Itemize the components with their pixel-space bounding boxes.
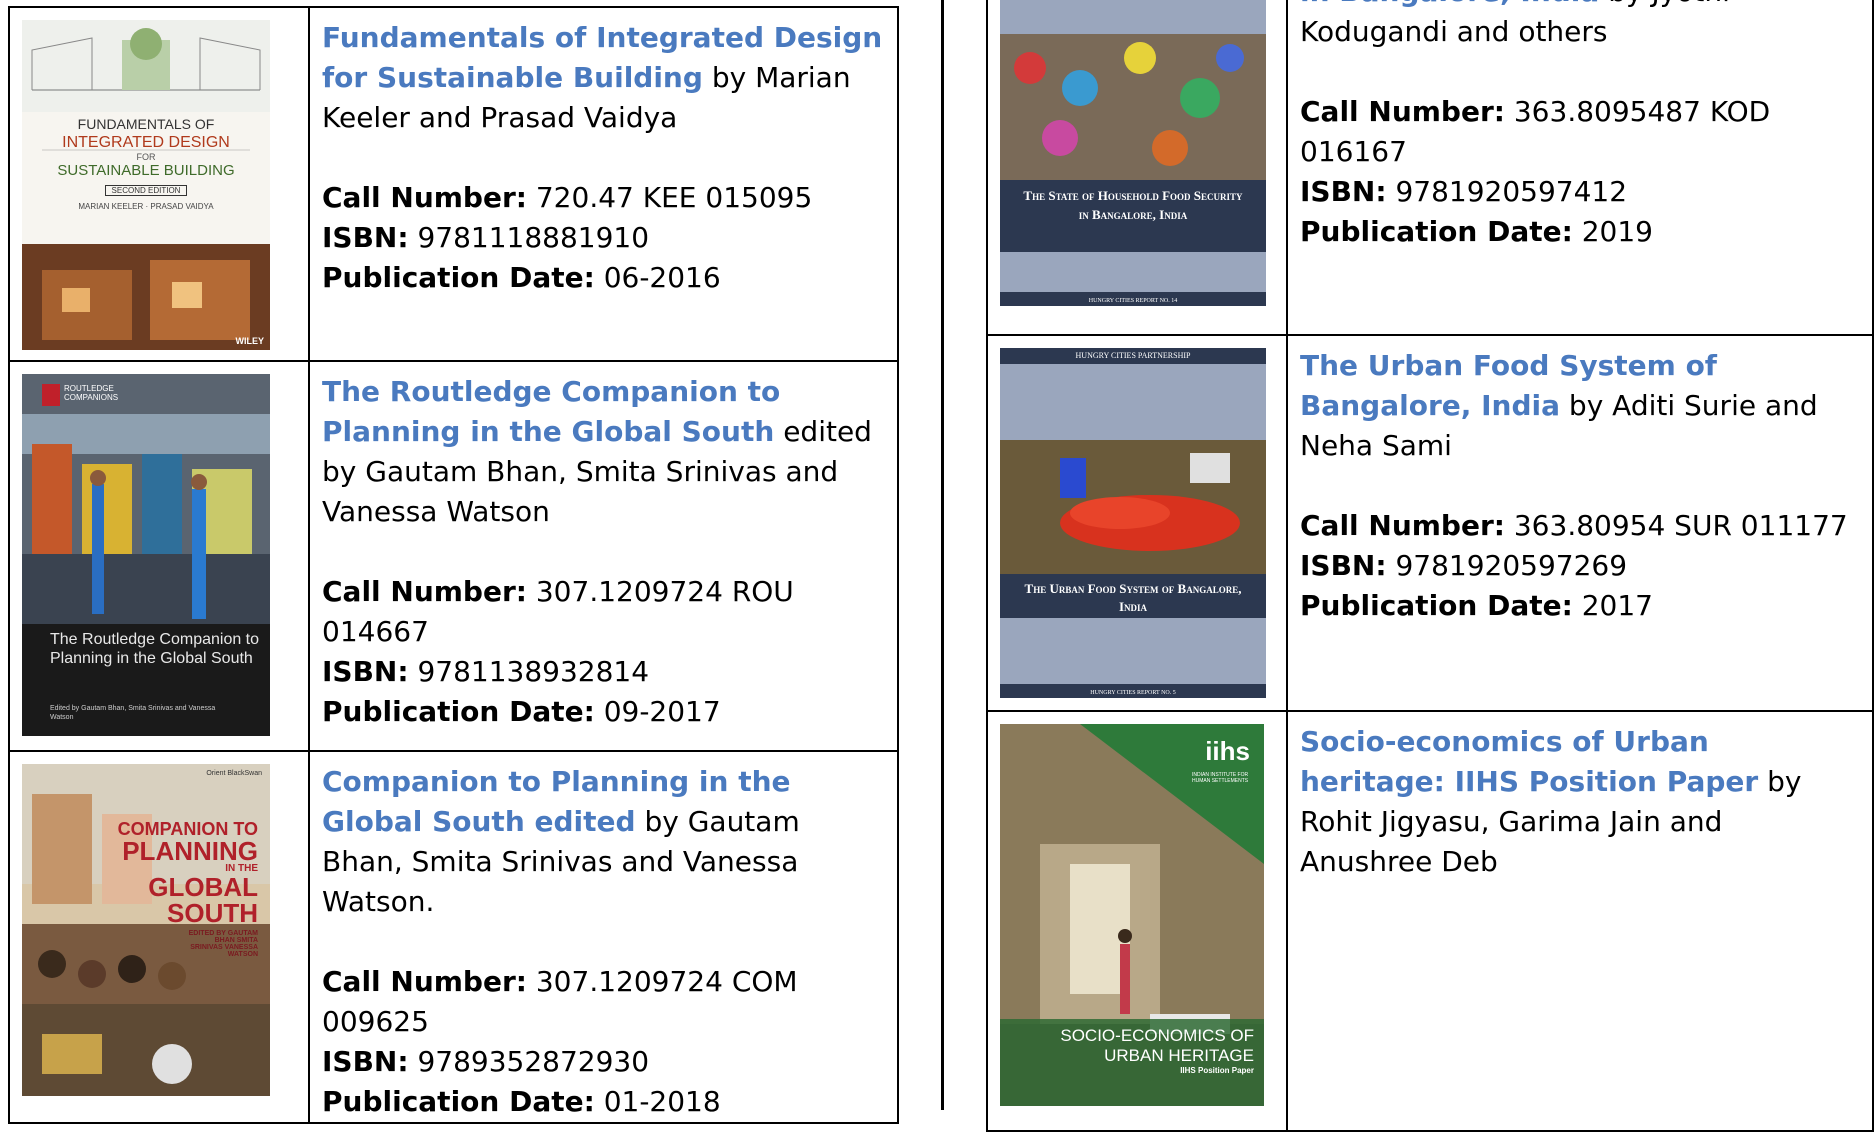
isbn-line: ISBN: 9789352872930 [322,1042,885,1082]
pub-date-label: Publication Date: [1300,589,1573,622]
cover-cell: HUNGRY CITIES PARTNERSHIP The Urban Food… [986,334,1288,712]
cover-cell: iihs INDIAN INSTITUTE FOR HUMAN SETTLEME… [986,710,1288,1132]
pub-date-value: 2019 [1572,215,1653,248]
book-cover-urban-food-system[interactable]: HUNGRY CITIES PARTNERSHIP The Urban Food… [1000,348,1266,698]
pub-date-line: Publication Date: 01-2018 [322,1082,885,1122]
pub-date-label: Publication Date: [322,261,595,294]
isbn-label: ISBN: [322,655,409,688]
cover-cell: The State of Household Food Security in … [986,0,1288,336]
pub-date-value: 09-2017 [594,695,721,728]
call-number-line: Call Number: 720.47 KEE 015095 [322,178,885,218]
cover-authors: MARIAN KEELER · PRASAD VAIDYA [78,202,214,211]
call-number-line: Call Number: 307.1209724 COM 009625 [322,962,885,1042]
left-book-table-wrapper: FUNDAMENTALS OF INTEGRATED DESIGN FOR SU… [8,0,899,1124]
book-cover-routledge[interactable]: ROUTLEDGE COMPANIONS The Routledge Compa… [22,374,270,736]
isbn-value: 9781920597269 [1386,549,1628,582]
book-cover-fundamentals[interactable]: FUNDAMENTALS OF INTEGRATED DESIGN FOR SU… [22,20,270,350]
pub-date-label: Publication Date: [322,1085,595,1118]
cover-line: FUNDAMENTALS OF [77,116,215,132]
book-info-cell: Socio-economics of Urban heritage: IIHS … [1286,710,1874,1132]
isbn-label: ISBN: [322,1045,409,1078]
pub-date-value: 01-2018 [594,1085,721,1118]
call-number-label: Call Number: [322,965,527,998]
pub-date-label: Publication Date: [322,695,595,728]
cover-publisher: WILEY [235,336,265,346]
book-info-cell: Companion to Planning in the Global Sout… [308,750,899,1124]
isbn-value: 9781920597412 [1386,175,1628,208]
isbn-label: ISBN: [322,221,409,254]
book-info-cell: The Routledge Companion to Planning in t… [308,360,899,752]
isbn-line: ISBN: 9781118881910 [322,218,885,258]
pub-date-line: Publication Date: 09-2017 [322,692,885,732]
cover-cell: FUNDAMENTALS OF INTEGRATED DESIGN FOR SU… [8,6,310,362]
isbn-line: ISBN: 9781920597412 [1300,172,1860,212]
cover-line: PLANNING [122,836,258,866]
call-number-line: Call Number: 363.8095487 KOD 016167 [1300,92,1860,172]
cover-line: INTEGRATED DESIGN [62,134,230,151]
cover-editors: Edited by Gautam Bhan, Smita Srinivas an… [50,705,216,721]
cover-footer: HUNGRY CITIES REPORT NO. 5 [1090,690,1176,696]
column-divider [941,0,944,1110]
cover-edition: SECOND EDITION [104,185,188,196]
cover-editors: EDITED BY GAUTAM BHAN SMITA SRINIVAS VAN… [188,930,258,958]
cover-series: ROUTLEDGE COMPANIONS [64,384,119,402]
call-number-line: Call Number: 363.80954 SUR 011177 [1300,506,1860,546]
isbn-value: 9781138932814 [408,655,650,688]
call-number-label: Call Number: [322,181,527,214]
pub-date-line: Publication Date: 2017 [1300,586,1860,626]
book-title-link[interactable]: Socio-economics of Urban heritage: IIHS … [1300,725,1758,798]
cover-line: SOUTH [167,898,258,928]
table-row: ROUTLEDGE COMPANIONS The Routledge Compa… [8,360,899,752]
cover-line: FOR [136,152,156,162]
isbn-value: 9789352872930 [408,1045,650,1078]
book-cover-urban-heritage[interactable]: iihs INDIAN INSTITUTE FOR HUMAN SETTLEME… [1000,724,1264,1106]
book-cover-companion[interactable]: Orient BlackSwan COMPANION TO PLANNING I… [22,764,270,1096]
iihs-logo: iihs [1205,736,1250,766]
table-row: FUNDAMENTALS OF INTEGRATED DESIGN FOR SU… [8,6,899,362]
right-book-table: The State of Household Food Security in … [986,0,1874,1132]
table-row: Orient BlackSwan COMPANION TO PLANNING I… [8,750,899,1124]
cover-title: The Routledge Companion to Planning in t… [50,631,260,667]
call-number-label: Call Number: [1300,95,1505,128]
book-title-link[interactable]: The Routledge Companion to Planning in t… [322,375,780,448]
call-number-value: 363.80954 SUR 011177 [1504,509,1848,542]
left-book-table: FUNDAMENTALS OF INTEGRATED DESIGN FOR SU… [8,6,899,1124]
call-number-label: Call Number: [322,575,527,608]
table-row: The State of Household Food Security in … [986,0,1874,336]
table-row: iihs INDIAN INSTITUTE FOR HUMAN SETTLEME… [986,710,1874,1132]
cover-cell: ROUTLEDGE COMPANIONS The Routledge Compa… [8,360,310,752]
cover-institute: INDIAN INSTITUTE FOR HUMAN SETTLEMENTS [1192,772,1249,784]
cover-line: GLOBAL [148,872,258,902]
book-info-cell: in Bangalore, India by Jyothi Kodugandi … [1286,0,1874,336]
cover-cell: Orient BlackSwan COMPANION TO PLANNING I… [8,750,310,1124]
call-number-value: 720.47 KEE 015095 [526,181,813,214]
isbn-value: 9781118881910 [408,221,650,254]
book-title-link[interactable]: in Bangalore, India [1300,0,1599,8]
isbn-label: ISBN: [1300,549,1387,582]
pub-date-line: Publication Date: 06-2016 [322,258,885,298]
book-cover-household-food[interactable]: The State of Household Food Security in … [1000,0,1266,306]
isbn-line: ISBN: 9781920597269 [1300,546,1860,586]
table-row: HUNGRY CITIES PARTNERSHIP The Urban Food… [986,334,1874,712]
pub-date-line: Publication Date: 2019 [1300,212,1860,252]
isbn-label: ISBN: [1300,175,1387,208]
cover-footer: HUNGRY CITIES REPORT NO. 14 [1088,298,1178,304]
isbn-line: ISBN: 9781138932814 [322,652,885,692]
pub-date-value: 06-2016 [594,261,721,294]
call-number-label: Call Number: [1300,509,1505,542]
call-number-line: Call Number: 307.1209724 ROU 014667 [322,572,885,652]
pub-date-value: 2017 [1572,589,1653,622]
cover-header: HUNGRY CITIES PARTNERSHIP [1075,351,1191,360]
pub-date-label: Publication Date: [1300,215,1573,248]
cover-line: URBAN HERITAGE [1104,1046,1254,1065]
cover-title: The Urban Food System of Bangalore, Indi… [1024,581,1242,614]
book-info-cell: Fundamentals of Integrated Design for Su… [308,6,899,362]
cover-title: The State of Household Food Security in … [1023,188,1243,222]
cover-line: SUSTAINABLE BUILDING [57,162,235,179]
book-info-cell: The Urban Food System of Bangalore, Indi… [1286,334,1874,712]
cover-publisher: Orient BlackSwan [206,770,262,777]
right-book-table-wrapper: The State of Household Food Security in … [986,0,1874,1132]
cover-line: SOCIO-ECONOMICS OF [1060,1026,1254,1045]
cover-line: IIHS Position Paper [1180,1066,1254,1075]
